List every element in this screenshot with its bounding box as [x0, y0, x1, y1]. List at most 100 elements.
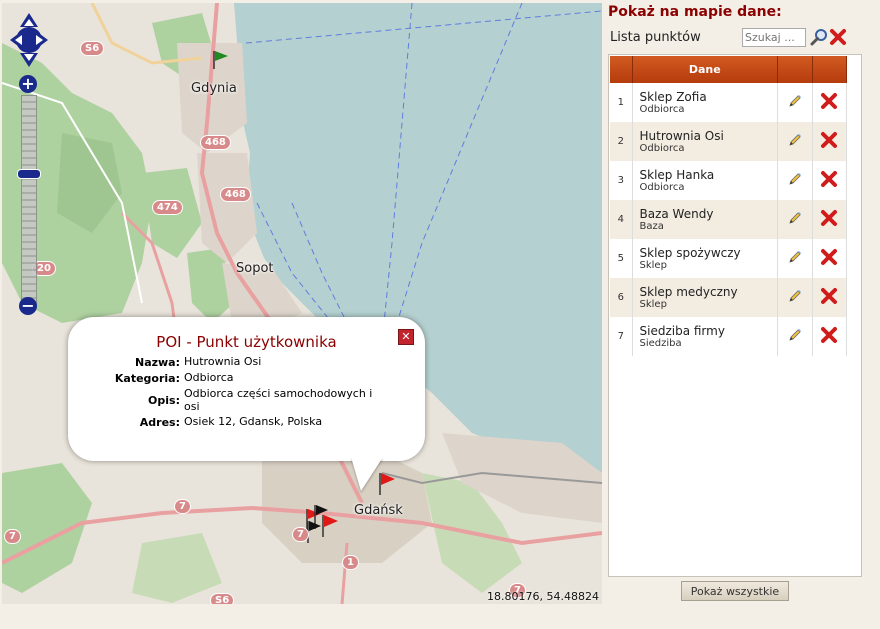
- zoom-slider-handle[interactable]: [17, 169, 41, 179]
- point-category: Odbiorca: [639, 182, 685, 193]
- column-header-delete: [812, 56, 847, 83]
- popup-value: Odbiorca części samochodowych i osi: [184, 387, 373, 413]
- delete-icon[interactable]: [820, 209, 838, 227]
- show-all-button[interactable]: Pokaż wszystkie: [681, 581, 789, 601]
- map-view[interactable]: Gdynia Sopot Gdańsk S6 468 468 474 20 7 …: [2, 3, 602, 604]
- point-category: Baza: [639, 221, 664, 232]
- delete-cell: [812, 122, 847, 161]
- point-name: Sklep Zofia: [639, 90, 707, 104]
- edit-cell: [777, 200, 813, 239]
- road-shield: S6: [210, 593, 235, 604]
- zoom-in-icon[interactable]: +: [19, 75, 37, 93]
- zoom-control: + −: [17, 75, 41, 315]
- place-label-gdynia: Gdynia: [191, 81, 237, 96]
- delete-cell: [812, 83, 847, 122]
- table-row[interactable]: 6 Sklep medyczny Sklep: [610, 278, 847, 317]
- road-shield: 468: [200, 135, 231, 150]
- popup-label: Kategoria:: [114, 372, 180, 385]
- row-data-cell[interactable]: Sklep spożywczy Sklep: [632, 239, 779, 278]
- edit-pencil-icon[interactable]: [787, 93, 803, 109]
- search-input[interactable]: [742, 28, 806, 47]
- row-data-cell[interactable]: Sklep medyczny Sklep: [632, 278, 779, 317]
- point-category: Odbiorca: [639, 143, 685, 154]
- row-number: 5: [610, 239, 633, 278]
- edit-cell: [777, 317, 813, 356]
- zoom-bar[interactable]: [21, 95, 37, 307]
- point-category: Siedziba: [639, 338, 682, 349]
- row-number: 3: [610, 161, 633, 200]
- clear-search-icon[interactable]: [829, 28, 847, 46]
- road-shield: 468: [220, 187, 251, 202]
- table-row[interactable]: 5 Sklep spożywczy Sklep: [610, 239, 847, 278]
- table-row[interactable]: 1 Sklep Zofia Odbiorca: [610, 83, 847, 122]
- edit-pencil-icon[interactable]: [787, 288, 803, 304]
- mouse-coordinates: 18.80176, 54.48824: [487, 590, 599, 603]
- edit-pencil-icon[interactable]: [787, 171, 803, 187]
- list-label: Lista punktów: [610, 30, 701, 45]
- edit-pencil-icon[interactable]: [787, 132, 803, 148]
- popup-tail: [351, 457, 383, 491]
- row-data-cell[interactable]: Sklep Hanka Odbiorca: [632, 161, 779, 200]
- edit-cell: [777, 278, 813, 317]
- table-row[interactable]: 4 Baza Wendy Baza: [610, 200, 847, 239]
- delete-cell: [812, 239, 847, 278]
- popup-label: Adres:: [139, 416, 180, 429]
- road-shield: S6: [80, 41, 105, 56]
- edit-cell: [777, 83, 813, 122]
- row-number: 2: [610, 122, 633, 161]
- points-table: Dane 1 Sklep Zofia Odbiorca 2 Hutrownia Osi O…: [610, 56, 847, 356]
- column-header-num: [610, 56, 633, 83]
- row-number: 6: [610, 278, 633, 317]
- edit-pencil-icon[interactable]: [787, 249, 803, 265]
- column-header-data[interactable]: Dane: [632, 56, 779, 83]
- edit-pencil-icon[interactable]: [787, 210, 803, 226]
- row-number: 4: [610, 200, 633, 239]
- popup-value: Odbiorca: [184, 371, 234, 384]
- table-row[interactable]: 3 Sklep Hanka Odbiorca: [610, 161, 847, 200]
- road-shield: 7: [174, 499, 191, 514]
- zoom-out-icon[interactable]: −: [19, 297, 37, 315]
- delete-icon[interactable]: [820, 131, 838, 149]
- point-name: Sklep Hanka: [639, 168, 715, 182]
- edit-cell: [777, 122, 813, 161]
- map-tiles: [2, 3, 602, 604]
- table-row[interactable]: 7 Siedziba firmy Siedziba: [610, 317, 847, 356]
- road-shield: 1: [342, 555, 359, 570]
- row-data-cell[interactable]: Siedziba firmy Siedziba: [632, 317, 779, 356]
- point-name: Sklep medyczny: [639, 285, 738, 299]
- delete-cell: [812, 161, 847, 200]
- road-shield: 7: [292, 527, 309, 542]
- table-row[interactable]: 2 Hutrownia Osi Odbiorca: [610, 122, 847, 161]
- point-name: Baza Wendy: [639, 207, 714, 221]
- pan-control[interactable]: [10, 13, 48, 67]
- road-shield: 7: [4, 529, 21, 544]
- delete-icon[interactable]: [820, 92, 838, 110]
- column-header-edit: [777, 56, 813, 83]
- search-icon[interactable]: [810, 28, 828, 46]
- delete-icon[interactable]: [820, 170, 838, 188]
- popup-title: POI - Punkt użytkownika: [156, 333, 337, 351]
- delete-icon[interactable]: [820, 326, 838, 344]
- poi-popup: POI - Punkt użytkownika ✕ Nazwa: Hutrowni…: [68, 317, 425, 491]
- points-list: Dane 1 Sklep Zofia Odbiorca 2 Hutrownia Osi O…: [608, 54, 862, 577]
- delete-icon[interactable]: [820, 248, 838, 266]
- row-data-cell[interactable]: Hutrownia Osi Odbiorca: [632, 122, 779, 161]
- delete-icon[interactable]: [820, 287, 838, 305]
- road-shield: 474: [152, 200, 183, 215]
- popup-close-icon[interactable]: ✕: [398, 329, 414, 345]
- edit-pencil-icon[interactable]: [787, 327, 803, 343]
- point-category: Sklep: [639, 299, 667, 310]
- point-category: Sklep: [639, 260, 667, 271]
- edit-cell: [777, 161, 813, 200]
- edit-cell: [777, 239, 813, 278]
- place-label-sopot: Sopot: [236, 261, 274, 276]
- row-number: 1: [610, 83, 633, 122]
- delete-cell: [812, 317, 847, 356]
- row-data-cell[interactable]: Baza Wendy Baza: [632, 200, 779, 239]
- row-number: 7: [610, 317, 633, 356]
- row-data-cell[interactable]: Sklep Zofia Odbiorca: [632, 83, 779, 122]
- delete-cell: [812, 278, 847, 317]
- place-label-gdansk: Gdańsk: [354, 503, 403, 518]
- point-category: Odbiorca: [639, 104, 685, 115]
- point-name: Sklep spożywczy: [639, 246, 741, 260]
